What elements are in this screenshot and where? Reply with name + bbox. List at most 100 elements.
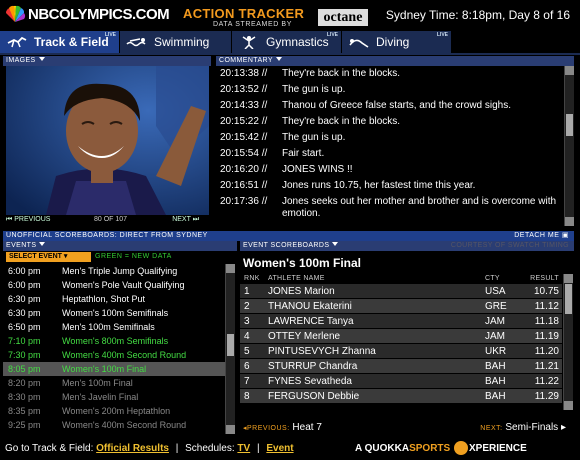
event-name: Women's Pole Vault Qualifying <box>62 280 185 290</box>
event-row[interactable]: 7:10 pm Women's 800m Semifinals <box>3 334 225 348</box>
scroll-up-icon[interactable] <box>226 264 235 273</box>
next-heat-button[interactable]: NEXT: Semi-Finals ▸ <box>480 422 566 433</box>
country: GRE <box>485 301 507 312</box>
event-name: Women's 100m Semifinals <box>62 308 169 318</box>
result: 11.19 <box>534 331 559 342</box>
swimmer-icon <box>126 38 146 47</box>
events-header[interactable]: EVENTS <box>3 241 237 251</box>
event-time: 6:50 pm <box>8 322 41 332</box>
rank: 4 <box>244 331 250 342</box>
tab-label: Gymnastics <box>266 35 329 49</box>
results-body: 1 JONES Marion USA 10.75 2 THANOU Ekaterini G… <box>240 284 562 404</box>
site-title[interactable]: NBCOLYMPICS.COM <box>28 6 170 23</box>
event-title: Women's 100m Final <box>243 256 362 270</box>
event-scoreboards-label: EVENT SCOREBOARDS <box>243 242 330 249</box>
tab-track-and-field[interactable]: Track & Field LIVE <box>0 31 120 53</box>
event-name: Men's Triple Jump Qualifying <box>62 266 178 276</box>
scroll-down-icon[interactable] <box>565 217 574 226</box>
athlete: JONES Marion <box>268 286 335 297</box>
results-table: RNK ATHLETE NAME CTY RESULT 1 JONES Mario… <box>240 274 562 404</box>
event-time: 6:30 pm <box>8 308 41 318</box>
athlete: FERGUSON Debbie <box>268 391 360 402</box>
live-badge: LIVE <box>436 32 448 38</box>
new-data-legend: GREEN = NEW DATA <box>95 253 172 260</box>
goto-label: Go to Track & Field: <box>5 443 94 454</box>
col-athlete: ATHLETE NAME <box>268 275 325 282</box>
quokka-sports-logo[interactable]: A QUOKKASPORTS XPERIENCE <box>355 438 527 460</box>
next-image-button[interactable]: NEXT ⏭︎ <box>172 216 199 224</box>
previous-heat-label: ◂PREVIOUS: <box>243 425 290 432</box>
previous-heat-label-text: PREVIOUS: <box>247 425 290 432</box>
scroll-down-icon[interactable] <box>564 401 573 410</box>
event-name: Women's 200m Heptathlon <box>62 406 171 416</box>
event-row[interactable]: 6:30 pm Women's 100m Semifinals <box>3 306 225 320</box>
scroll-thumb[interactable] <box>566 114 573 136</box>
scoreboards-bar: UNOFFICIAL SCOREBOARDS: DIRECT FROM SYDN… <box>3 231 574 241</box>
event-scoreboards-header[interactable]: EVENT SCOREBOARDS COURTESY OF SWATCH TIMI… <box>240 241 574 251</box>
entry-time: 20:15:54 // <box>220 148 268 159</box>
event-name: Women's 100m Final <box>62 364 147 374</box>
entry-text: JONES WINS !! <box>282 164 353 175</box>
event-time: 6:30 pm <box>8 294 41 304</box>
tab-label: Swimming <box>154 35 210 49</box>
next-heat-label: NEXT: <box>480 425 503 432</box>
event-name: Heptathlon, Shot Put <box>62 294 146 304</box>
select-event-dropdown[interactable]: SELECT EVENT ▾ <box>6 252 91 262</box>
prev-image-button[interactable]: ⏮︎ PREVIOUS <box>6 216 50 224</box>
entry-text: The gun is up. <box>282 84 346 95</box>
event-row[interactable]: 8:20 pm Men's 100m Final <box>3 376 225 390</box>
event-time: 8:20 pm <box>8 378 41 388</box>
tab-gymnastics[interactable]: Gymnastics LIVE <box>232 31 342 53</box>
commentary-header[interactable]: COMMENTARY <box>216 56 574 66</box>
scroll-up-icon[interactable] <box>565 66 574 75</box>
athlete: STURRUP Chandra <box>268 361 358 372</box>
tab-diving[interactable]: Diving LIVE <box>342 31 452 53</box>
col-result: RESULT <box>530 275 559 282</box>
event-schedule-link[interactable]: Event <box>266 443 293 454</box>
scroll-up-icon[interactable] <box>564 274 573 283</box>
result-row: 6 STURRUP Chandra BAH 11.21 <box>240 359 562 374</box>
event-row[interactable]: 6:00 pm Men's Triple Jump Qualifying <box>3 264 225 278</box>
col-rank: RNK <box>244 275 260 282</box>
scroll-thumb[interactable] <box>227 334 234 356</box>
events-scrollbar[interactable] <box>225 264 235 434</box>
tab-swimming[interactable]: Swimming <box>120 31 232 53</box>
brand-experience: XPERIENCE <box>469 443 527 454</box>
action-tracker-title: ACTION TRACKER <box>183 6 305 21</box>
footer: Go to Track & Field: Official Results | … <box>0 438 580 460</box>
event-row[interactable]: 8:35 pm Women's 200m Heptathlon <box>3 404 225 418</box>
entry-time: 20:13:38 // <box>220 68 268 79</box>
results-scrollbar[interactable] <box>563 274 573 410</box>
next-heat-value: Semi-Finals <box>505 422 559 433</box>
event-row[interactable]: 9:25 pm Women's 400m Second Round <box>3 418 225 432</box>
commentary-header-label: COMMENTARY <box>219 57 273 64</box>
country: UKR <box>485 346 507 357</box>
tab-label: Diving <box>376 35 410 49</box>
tv-schedule-link[interactable]: TV <box>237 443 250 454</box>
event-name: Women's 800m Semifinals <box>62 336 169 346</box>
data-streamed-label: DATA STREAMED BY <box>213 21 292 28</box>
previous-heat-button[interactable]: ◂PREVIOUS: Heat 7 <box>243 422 322 433</box>
event-row[interactable]: 7:30 pm Women's 400m Second Round <box>3 348 225 362</box>
athlete: FYNES Sevatheda <box>268 376 352 387</box>
event-row[interactable]: 6:30 pm Heptathlon, Shot Put <box>3 292 225 306</box>
event-time: 7:10 pm <box>8 336 41 346</box>
events-list: 6:00 pm Men's Triple Jump Qualifying 6:00… <box>3 264 225 434</box>
rank: 1 <box>244 286 250 297</box>
event-row[interactable]: 6:50 pm Men's 100m Semifinals <box>3 320 225 334</box>
event-row[interactable]: 8:30 pm Men's Javelin Final <box>3 390 225 404</box>
commentary-scrollbar[interactable] <box>564 66 574 226</box>
commentary-entry: 20:13:52 // The gun is up. <box>216 82 564 98</box>
scroll-down-icon[interactable] <box>226 425 235 434</box>
octane-logo[interactable]: octane <box>318 9 368 26</box>
event-name: Men's 100m Semifinals <box>62 322 155 332</box>
commentary-entry: 20:15:54 // Fair start. <box>216 146 564 162</box>
brand-a: A <box>355 443 362 454</box>
detach-button[interactable]: DETACH ME ▣ <box>514 231 569 241</box>
images-header[interactable]: IMAGES <box>3 56 211 66</box>
event-row[interactable]: 6:00 pm Women's Pole Vault Qualifying <box>3 278 225 292</box>
official-results-link[interactable]: Official Results <box>96 443 169 454</box>
brand-sports: SPORTS <box>409 443 451 454</box>
scroll-thumb[interactable] <box>565 284 572 314</box>
event-row-selected[interactable]: 8:05 pm Women's 100m Final <box>3 362 225 376</box>
